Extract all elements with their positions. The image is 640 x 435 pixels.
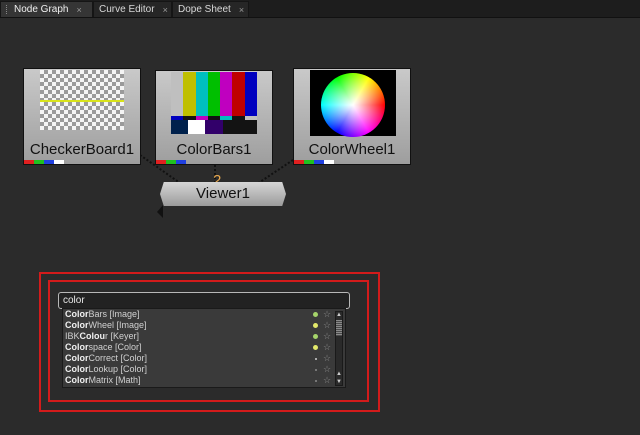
tab-grip-icon[interactable] xyxy=(6,5,9,14)
plugin-status-dot xyxy=(315,369,317,371)
scroll-handle[interactable] xyxy=(336,320,342,336)
checker-line xyxy=(40,100,124,102)
channel-chip xyxy=(176,160,186,164)
tab-label: Dope Sheet xyxy=(178,4,231,15)
channel-chips xyxy=(294,160,334,164)
checkerboard-node[interactable]: CheckerBoard1 xyxy=(23,68,141,165)
viewer-node[interactable]: Viewer1 xyxy=(160,182,286,206)
favorite-star-icon[interactable]: ☆ xyxy=(323,342,331,353)
channel-chip xyxy=(324,160,334,164)
channel-chip xyxy=(314,160,324,164)
favorite-star-icon[interactable]: ☆ xyxy=(323,331,331,342)
node-label: ColorWheel1 xyxy=(308,141,396,158)
list-item[interactable]: Colorspace [Color] ☆ xyxy=(65,342,335,353)
channel-chip xyxy=(24,160,34,164)
color-wheel xyxy=(321,73,385,137)
channel-chip xyxy=(34,160,44,164)
tab-curve-editor[interactable]: Curve Editor × xyxy=(93,1,172,17)
list-item[interactable]: ColorCorrect [Color] ☆ xyxy=(65,353,335,364)
tab-bar: Node Graph × Curve Editor × Dope Sheet × xyxy=(0,0,640,18)
results-scrollbar[interactable]: ▲ ▲ ▼ xyxy=(335,311,343,386)
tab-dope-sheet[interactable]: Dope Sheet × xyxy=(172,1,249,17)
node-search-input[interactable] xyxy=(58,292,350,309)
favorite-star-icon[interactable]: ☆ xyxy=(323,353,331,364)
colorwheel-node[interactable]: ColorWheel1 xyxy=(293,68,411,165)
favorite-star-icon[interactable]: ☆ xyxy=(323,364,331,375)
list-item[interactable]: IBKColour [Keyer] ☆ xyxy=(65,331,335,342)
plugin-status-dot xyxy=(313,323,318,328)
list-item[interactable]: ColorMatrix [Math] ☆ xyxy=(65,375,335,386)
node-label: CheckerBoard1 xyxy=(29,141,135,158)
list-item[interactable]: ColorWheel [Image] ☆ xyxy=(65,320,335,331)
list-item[interactable]: ColorLookup [Color] ☆ xyxy=(65,364,335,375)
scroll-down-icon[interactable]: ▼ xyxy=(336,379,342,385)
favorite-star-icon[interactable]: ☆ xyxy=(323,375,331,386)
node-label: ColorBars1 xyxy=(176,141,252,158)
node-label: Viewer1 xyxy=(196,185,250,202)
channel-chips xyxy=(24,160,64,164)
favorite-star-icon[interactable]: ☆ xyxy=(323,320,331,331)
channel-chip xyxy=(156,160,166,164)
close-icon[interactable]: × xyxy=(163,5,168,15)
tab-label: Node Graph xyxy=(14,4,69,15)
channel-chip xyxy=(44,160,54,164)
colorwheel-thumbnail xyxy=(310,70,396,137)
close-icon[interactable]: × xyxy=(239,5,244,15)
checkerboard-thumbnail xyxy=(40,70,124,130)
scroll-up-icon[interactable]: ▲ xyxy=(336,371,342,377)
list-item[interactable]: ColorBars [Image] ☆ xyxy=(65,309,335,320)
tab-node-graph[interactable]: Node Graph × xyxy=(0,1,93,17)
colorbars-node[interactable]: ColorBars1 xyxy=(155,70,273,165)
search-results-list: ColorBars [Image] ☆ ColorWheel [Image] ☆… xyxy=(62,308,346,388)
close-icon[interactable]: × xyxy=(76,5,81,15)
channel-chips xyxy=(156,160,186,164)
scroll-up-icon[interactable]: ▲ xyxy=(336,312,342,318)
colorbars-thumbnail xyxy=(171,72,258,134)
plugin-status-dot xyxy=(313,312,318,317)
plugin-status-dot xyxy=(315,358,317,360)
channel-chip xyxy=(304,160,314,164)
plugin-status-dot xyxy=(313,334,318,339)
channel-chip xyxy=(54,160,64,164)
plugin-status-dot xyxy=(313,345,318,350)
plugin-status-dot xyxy=(315,380,317,382)
channel-chip xyxy=(294,160,304,164)
favorite-star-icon[interactable]: ☆ xyxy=(323,309,331,320)
tab-label: Curve Editor xyxy=(99,4,155,15)
channel-chip xyxy=(166,160,176,164)
